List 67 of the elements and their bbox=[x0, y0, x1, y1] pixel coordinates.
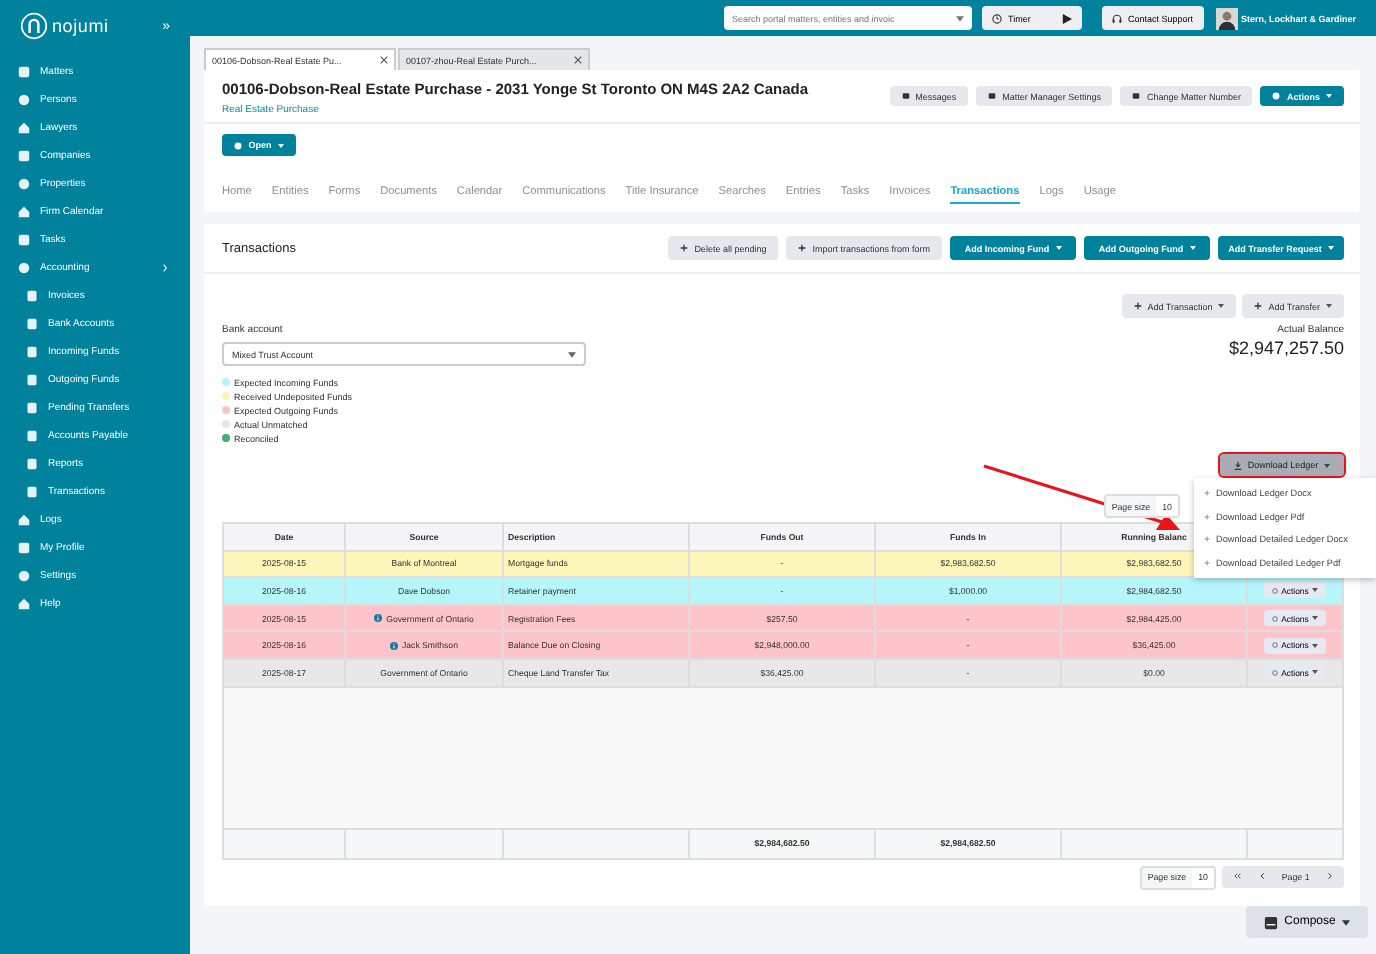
download-icon bbox=[1233, 461, 1242, 469]
caret-icon bbox=[1312, 588, 1319, 593]
button-icon bbox=[1132, 92, 1141, 100]
menu-item-icon bbox=[18, 570, 30, 582]
plus-icon bbox=[798, 244, 807, 252]
next-page-icon[interactable] bbox=[1327, 872, 1332, 881]
play-icon bbox=[1062, 13, 1072, 23]
close-icon[interactable] bbox=[380, 56, 388, 64]
menu-item-icon bbox=[18, 234, 30, 246]
gear-icon bbox=[1271, 642, 1278, 649]
menu-item-icon bbox=[26, 430, 38, 442]
caret-icon bbox=[956, 15, 964, 21]
plus-icon bbox=[1204, 490, 1210, 497]
caret-icon bbox=[568, 351, 576, 357]
menu-item-icon bbox=[18, 66, 30, 78]
plus-icon bbox=[680, 244, 689, 252]
caret-icon bbox=[1312, 670, 1319, 675]
menu-item-icon bbox=[18, 206, 30, 218]
caret-icon bbox=[1327, 246, 1334, 250]
menu-item-icon bbox=[26, 346, 38, 358]
caret-icon bbox=[277, 143, 284, 147]
menu-item-icon bbox=[26, 374, 38, 386]
logo-icon bbox=[20, 12, 48, 40]
gear-icon bbox=[1271, 587, 1278, 594]
plus-icon bbox=[1204, 513, 1210, 520]
avatar bbox=[1215, 7, 1238, 29]
chevron-icon bbox=[162, 264, 168, 272]
logo-text: nojumi bbox=[52, 16, 109, 36]
caret-icon bbox=[1055, 246, 1062, 250]
caret-icon bbox=[1312, 616, 1319, 621]
button-icon bbox=[234, 141, 243, 149]
menu-item-icon bbox=[18, 262, 30, 274]
menu-item-icon bbox=[26, 486, 38, 498]
first-page-icon[interactable] bbox=[1234, 872, 1242, 881]
menu-item-icon bbox=[18, 178, 30, 190]
menu-item-icon bbox=[26, 458, 38, 470]
caret-icon bbox=[1324, 463, 1331, 467]
gear-icon bbox=[1271, 669, 1278, 676]
caret-icon bbox=[1326, 94, 1332, 98]
menu-item-icon bbox=[18, 598, 30, 610]
mail-icon bbox=[1264, 915, 1279, 929]
caret-icon bbox=[1326, 304, 1332, 308]
caret-icon bbox=[1312, 643, 1319, 648]
clock-icon bbox=[992, 13, 1002, 23]
plus-icon bbox=[1204, 559, 1210, 566]
menu-item-icon bbox=[26, 318, 38, 330]
menu-item-icon bbox=[26, 402, 38, 414]
caret-icon bbox=[1189, 246, 1196, 250]
menu-item-icon bbox=[18, 94, 30, 106]
plus-icon bbox=[1254, 302, 1263, 310]
menu-item-icon bbox=[26, 290, 38, 302]
headset-icon bbox=[1112, 13, 1122, 23]
button-icon bbox=[901, 92, 910, 100]
gear-icon bbox=[1271, 615, 1278, 622]
button-icon bbox=[1272, 92, 1281, 100]
plus-icon bbox=[1133, 302, 1142, 310]
caret-icon bbox=[1341, 919, 1350, 925]
menu-item-icon bbox=[18, 150, 30, 162]
menu-item-icon bbox=[18, 122, 30, 134]
previous-page-icon[interactable] bbox=[1259, 872, 1264, 881]
caret-icon bbox=[1218, 304, 1225, 308]
button-icon bbox=[988, 92, 997, 100]
close-icon[interactable] bbox=[574, 56, 582, 64]
balance-amount: $2,947,257.50 bbox=[1228, 338, 1344, 358]
menu-item-icon bbox=[18, 542, 30, 554]
menu-item-icon bbox=[18, 514, 30, 526]
plus-icon bbox=[1204, 536, 1210, 543]
